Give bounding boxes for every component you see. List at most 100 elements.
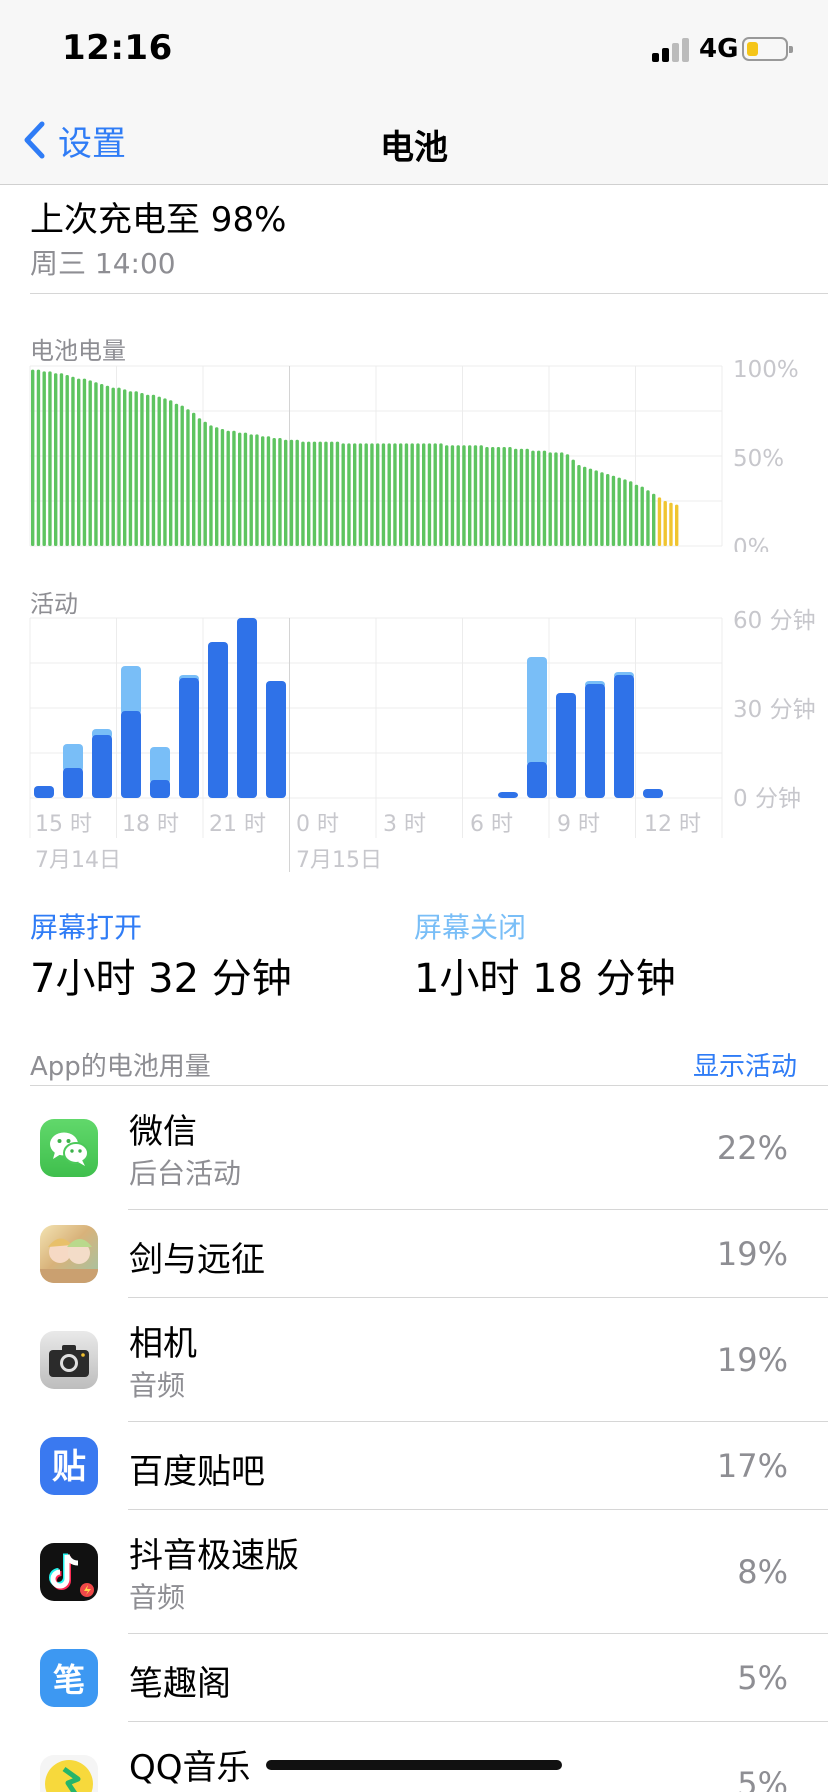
battery-level-bar <box>42 371 46 546</box>
battery-y-tick: 0% <box>733 535 770 552</box>
screen-on-bar <box>527 762 547 798</box>
battery-level-bar <box>289 439 294 546</box>
app-row-tieba[interactable]: 贴 百度贴吧 17% <box>0 1422 828 1510</box>
battery-level-bar <box>542 450 547 546</box>
app-name: 百度贴吧 <box>129 1452 265 1492</box>
battery-level-bar <box>508 447 512 546</box>
battery-level-bar <box>335 441 340 546</box>
battery-level-bar <box>146 394 150 546</box>
app-row-camera[interactable]: 相机 音频 19% <box>0 1298 828 1422</box>
battery-level-bar <box>416 443 420 546</box>
battery-level-bar <box>82 378 87 546</box>
douyin-icon <box>40 1543 98 1601</box>
app-row-douyin[interactable]: 抖音极速版 音频 8% <box>0 1510 828 1634</box>
battery-level-bar <box>266 436 271 546</box>
app-row-afk-arena[interactable]: 剑与远征 19% <box>0 1210 828 1298</box>
battery-level-bar <box>462 445 466 546</box>
app-row-biquge[interactable]: 笔 笔趣阁 5% <box>0 1634 828 1722</box>
battery-level-bar <box>295 439 299 546</box>
battery-level-bar <box>59 373 64 546</box>
x-tick-label: 6 时 <box>470 812 513 837</box>
battery-level-bar <box>663 501 667 546</box>
battery-level-bar <box>376 443 380 546</box>
app-row-wechat[interactable]: 微信 后台活动 22% <box>0 1086 828 1210</box>
screen-on-bar <box>34 786 54 798</box>
battery-level-bar <box>261 436 265 546</box>
battery-level-bar <box>71 376 75 546</box>
battery-level-bar <box>404 443 409 546</box>
x-tick-label: 0 时 <box>296 812 339 837</box>
app-battery-percent: 22% <box>716 1129 788 1167</box>
battery-level-bar <box>341 443 345 546</box>
home-indicator[interactable] <box>266 1760 562 1770</box>
navigation-bar: 设置 电池 <box>0 100 828 185</box>
battery-level-bar <box>88 380 92 546</box>
date-label: 7月14日 <box>35 848 121 873</box>
battery-level-bar <box>255 434 259 546</box>
battery-level-bar <box>169 400 173 546</box>
battery-level-bar <box>554 452 558 546</box>
battery-level-bar <box>652 493 656 546</box>
battery-level-bar <box>600 472 604 546</box>
battery-level-bar <box>186 409 190 546</box>
biquge-icon: 笔 <box>40 1649 98 1707</box>
network-type: 4G <box>699 34 739 64</box>
screen-on-bar <box>121 711 141 798</box>
screen-on-bar <box>585 684 605 798</box>
battery-level-bar <box>192 412 196 546</box>
activity-y-tick: 0 分钟 <box>733 786 801 812</box>
battery-y-tick: 100% <box>733 357 799 383</box>
battery-level-bar <box>514 448 518 546</box>
activity-y-tick: 60 分钟 <box>733 608 816 634</box>
battery-level-bar <box>422 443 426 546</box>
battery-level-bar <box>606 474 610 546</box>
battery-level-bar <box>450 445 455 546</box>
battery-level-bar <box>36 369 41 546</box>
battery-level-chart: 100% 50% 0% <box>29 357 799 552</box>
battery-level-bar <box>278 438 282 546</box>
battery-level-bar <box>548 452 552 546</box>
battery-level-bar <box>301 441 305 546</box>
qq-music-icon <box>40 1755 98 1792</box>
app-name: QQ音乐 <box>129 1748 251 1788</box>
app-row-qq-music[interactable]: QQ音乐 5% <box>0 1722 828 1792</box>
afk-arena-icon <box>40 1225 98 1283</box>
battery-level-bar <box>157 396 161 546</box>
camera-icon <box>40 1331 98 1389</box>
battery-level-bar <box>519 448 524 546</box>
battery-level-bar <box>445 445 449 546</box>
battery-level-bar <box>611 475 616 546</box>
battery-level-bar <box>65 375 69 546</box>
battery-level-bar <box>531 450 535 546</box>
x-tick-label: 3 时 <box>383 812 426 837</box>
battery-level-bar <box>473 445 478 546</box>
show-activity-button[interactable]: 显示活动 <box>693 1046 797 1083</box>
battery-level-bar <box>318 441 322 546</box>
x-tick-label: 18 时 <box>122 812 179 837</box>
battery-level-bar <box>669 502 673 546</box>
battery-level-bar <box>640 486 644 546</box>
battery-level-bar <box>209 425 213 546</box>
app-name: 剑与远征 <box>129 1240 265 1280</box>
battery-level-bar <box>48 371 52 546</box>
app-battery-percent: 8% <box>737 1553 788 1591</box>
battery-level-bar <box>583 466 587 546</box>
battery-level-bar <box>410 443 414 546</box>
battery-level-bar <box>353 443 357 546</box>
battery-level-bar <box>588 468 593 546</box>
battery-level-bar <box>675 504 679 546</box>
activity-chart: 60 分钟 30 分钟 0 分钟 15 时 18 时 21 时 0 时 3 时 … <box>29 608 816 873</box>
battery-level-bar <box>502 447 506 546</box>
x-tick-label: 9 时 <box>557 812 600 837</box>
screen-on-label: 屏幕打开 <box>30 911 143 944</box>
battery-level-bar <box>330 441 334 546</box>
battery-level-bar <box>111 387 115 546</box>
battery-level-bar <box>307 441 311 546</box>
screen-on-bar <box>614 675 634 798</box>
tieba-icon: 贴 <box>40 1437 98 1495</box>
battery-level-bar <box>634 484 639 546</box>
battery-level-bar <box>646 490 650 546</box>
screen-on-bar <box>208 642 228 798</box>
app-subtitle: 后台活动 <box>129 1157 242 1190</box>
battery-level-bar <box>381 443 386 546</box>
